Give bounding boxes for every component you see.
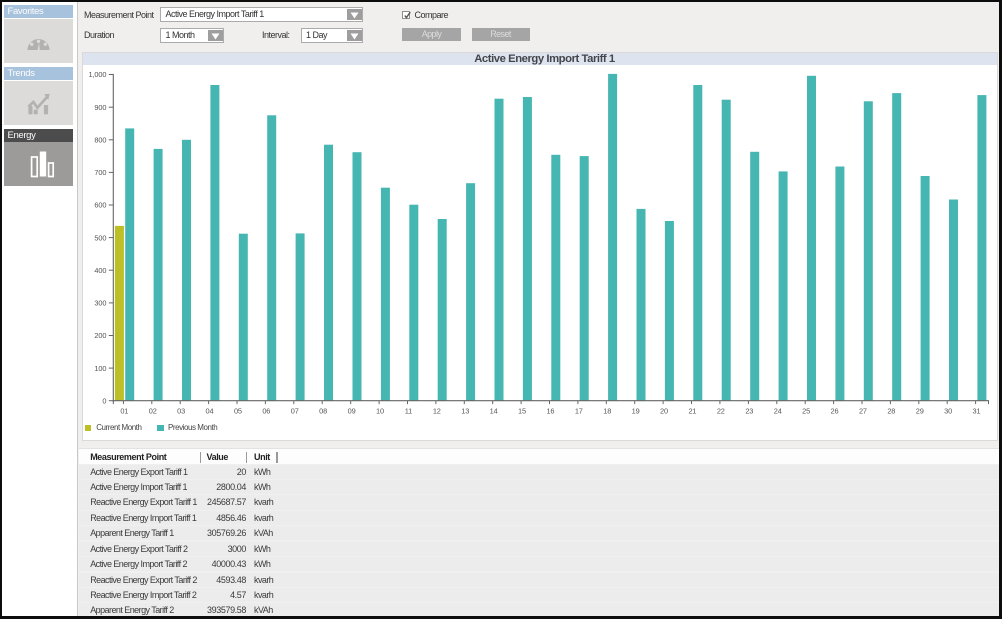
svg-text:16: 16 (546, 406, 554, 415)
svg-text:13: 13 (461, 406, 469, 415)
svg-text:06: 06 (262, 406, 270, 415)
svg-text:300: 300 (94, 299, 106, 308)
svg-text:24: 24 (774, 406, 782, 415)
svg-text:100: 100 (94, 364, 106, 373)
svg-text:26: 26 (831, 406, 839, 415)
svg-text:10: 10 (376, 406, 384, 415)
svg-text:21: 21 (688, 406, 696, 415)
svg-text:20: 20 (660, 406, 668, 415)
svg-text:700: 700 (94, 168, 106, 177)
svg-text:400: 400 (94, 266, 106, 275)
svg-text:07: 07 (291, 406, 299, 415)
svg-text:200: 200 (94, 331, 106, 340)
svg-text:31: 31 (973, 406, 981, 415)
svg-text:1,000: 1,000 (89, 70, 107, 79)
svg-text:05: 05 (234, 406, 242, 415)
svg-text:0: 0 (102, 396, 106, 405)
svg-text:27: 27 (859, 406, 867, 415)
svg-text:29: 29 (916, 406, 924, 415)
svg-text:500: 500 (94, 233, 106, 242)
svg-text:22: 22 (717, 406, 725, 415)
svg-text:01: 01 (120, 406, 128, 415)
svg-text:08: 08 (319, 406, 327, 415)
svg-text:25: 25 (802, 406, 810, 415)
svg-text:18: 18 (603, 406, 611, 415)
svg-text:23: 23 (745, 406, 753, 415)
svg-text:800: 800 (94, 136, 106, 145)
svg-text:17: 17 (575, 406, 583, 415)
svg-text:09: 09 (348, 406, 356, 415)
svg-text:600: 600 (94, 201, 106, 210)
svg-text:15: 15 (518, 406, 526, 415)
svg-text:03: 03 (177, 406, 185, 415)
svg-text:14: 14 (490, 406, 498, 415)
svg-text:900: 900 (94, 103, 106, 112)
svg-text:30: 30 (944, 406, 952, 415)
svg-text:11: 11 (405, 406, 412, 415)
svg-text:04: 04 (206, 406, 214, 415)
svg-text:12: 12 (433, 406, 441, 415)
svg-text:28: 28 (887, 406, 895, 415)
svg-text:02: 02 (149, 406, 157, 415)
svg-text:19: 19 (632, 406, 640, 415)
